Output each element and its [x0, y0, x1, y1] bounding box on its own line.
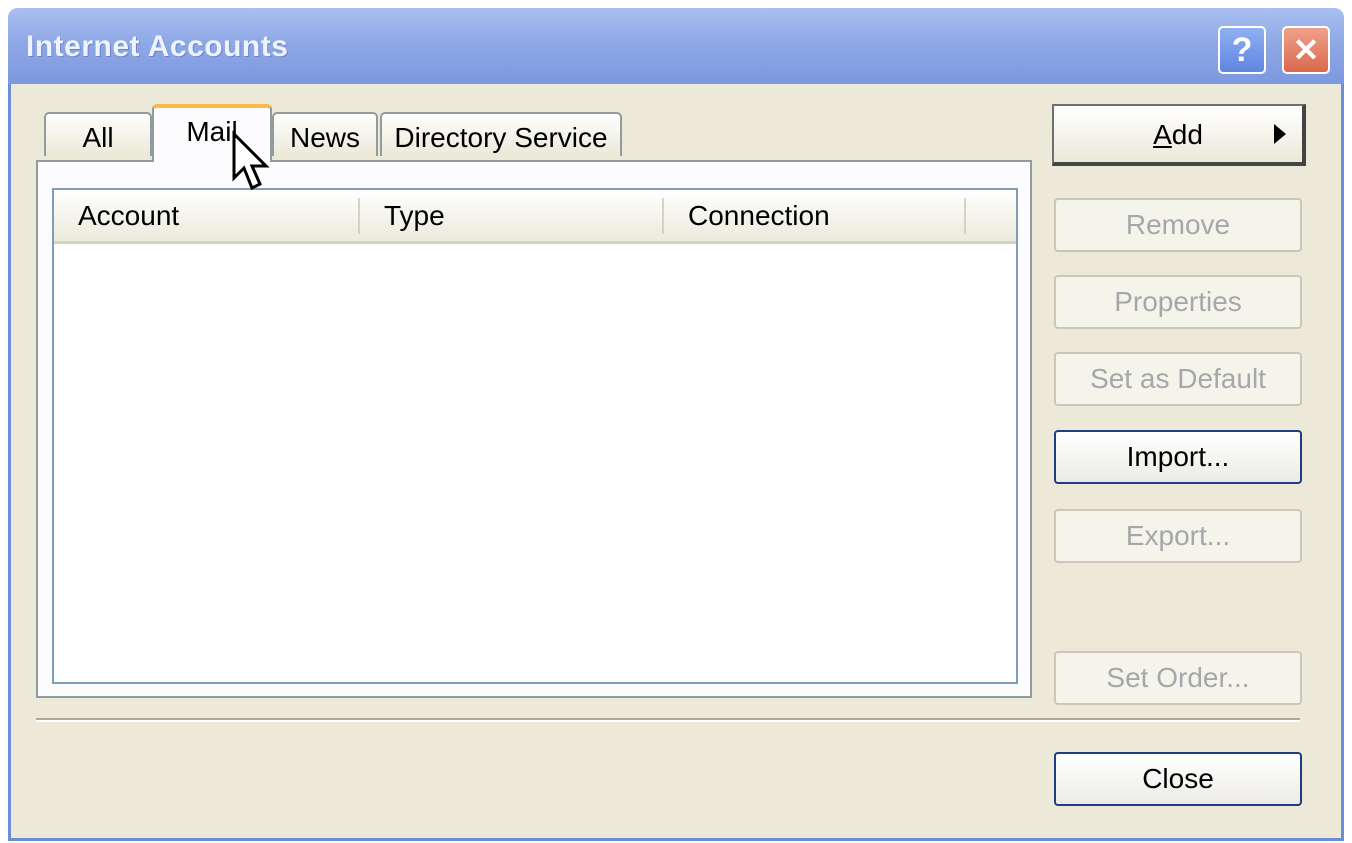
set-order-button[interactable]: Set Order... [1054, 651, 1302, 705]
set-as-default-button[interactable]: Set as Default [1054, 352, 1302, 406]
tab-directory-service[interactable]: Directory Service [380, 112, 622, 156]
column-header-connection[interactable]: Connection [688, 200, 830, 232]
column-divider[interactable] [964, 198, 966, 234]
tab-label: All [82, 122, 114, 153]
help-button[interactable]: ? [1218, 26, 1266, 74]
mouse-cursor-icon [232, 130, 270, 191]
list-header: Account Type Connection [54, 190, 1016, 244]
tab-panel-mail: Account Type Connection [36, 160, 1032, 698]
add-label-rest: dd [1171, 119, 1203, 150]
close-button[interactable]: Close [1054, 752, 1302, 806]
column-divider[interactable] [358, 198, 360, 234]
title-bar[interactable]: Internet Accounts ? ✕ [8, 8, 1344, 84]
close-icon: ✕ [1292, 32, 1320, 68]
accounts-list[interactable]: Account Type Connection [52, 188, 1018, 684]
export-button[interactable]: Export... [1054, 509, 1302, 563]
tab-all[interactable]: All [44, 112, 152, 156]
column-divider[interactable] [662, 198, 664, 234]
help-icon: ? [1231, 30, 1253, 69]
divider [36, 718, 1300, 722]
add-button[interactable]: Add [1052, 104, 1306, 166]
arrow-right-icon [1274, 124, 1286, 144]
properties-button[interactable]: Properties [1054, 275, 1302, 329]
column-header-account[interactable]: Account [78, 200, 179, 232]
window-title: Internet Accounts [26, 30, 289, 63]
remove-button[interactable]: Remove [1054, 198, 1302, 252]
import-button[interactable]: Import... [1054, 430, 1302, 484]
close-window-button[interactable]: ✕ [1282, 26, 1330, 74]
tab-label: News [289, 122, 360, 153]
column-header-type[interactable]: Type [384, 200, 445, 232]
tab-news[interactable]: News [272, 112, 378, 156]
tab-label: Directory Service [394, 122, 608, 153]
add-label-accesskey: A [1153, 119, 1172, 150]
